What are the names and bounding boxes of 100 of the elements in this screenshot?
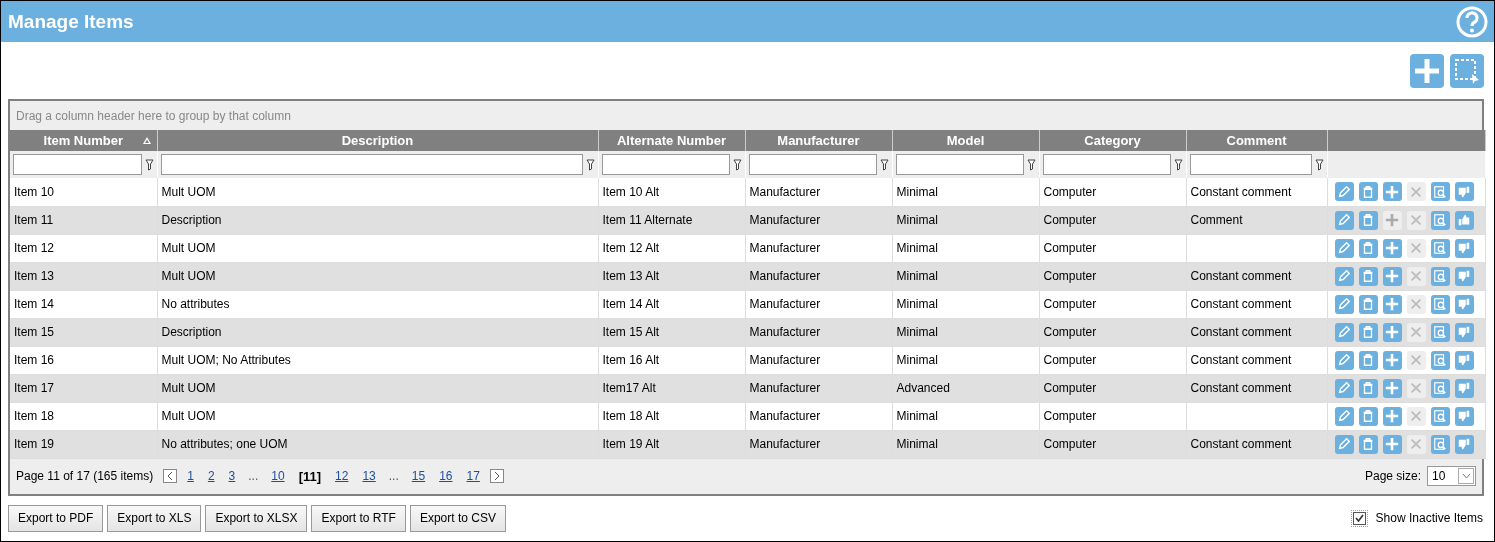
export-button[interactable]: Export to XLSX bbox=[205, 504, 308, 532]
filter-field[interactable] bbox=[1042, 154, 1171, 175]
thumbs-down-button[interactable] bbox=[1454, 350, 1474, 370]
filter-icon[interactable] bbox=[879, 158, 889, 171]
column-header[interactable]: Alternate Number bbox=[598, 130, 745, 151]
page-link[interactable]: 12 bbox=[331, 469, 353, 483]
preview-button[interactable] bbox=[1430, 350, 1450, 370]
delete-button[interactable] bbox=[1358, 406, 1378, 426]
select-button[interactable] bbox=[1450, 54, 1484, 88]
tools-button[interactable] bbox=[1406, 350, 1426, 370]
add-button[interactable] bbox=[1382, 406, 1402, 426]
thumbs-down-button[interactable] bbox=[1454, 406, 1474, 426]
delete-button[interactable] bbox=[1358, 294, 1378, 314]
page-link[interactable]: 3 bbox=[224, 469, 240, 483]
next-page-button[interactable] bbox=[489, 469, 504, 483]
edit-button[interactable] bbox=[1334, 182, 1354, 202]
add-button[interactable] bbox=[1382, 434, 1402, 454]
filter-field[interactable] bbox=[1189, 154, 1312, 175]
thumbs-up-button[interactable] bbox=[1454, 210, 1474, 230]
edit-button[interactable] bbox=[1334, 350, 1354, 370]
delete-button[interactable] bbox=[1358, 210, 1378, 230]
page-link[interactable]: 10 bbox=[267, 469, 289, 483]
edit-button[interactable] bbox=[1334, 238, 1354, 258]
tools-button[interactable] bbox=[1406, 322, 1426, 342]
thumbs-down-button[interactable] bbox=[1454, 294, 1474, 314]
thumbs-down-button[interactable] bbox=[1454, 182, 1474, 202]
preview-button[interactable] bbox=[1430, 378, 1450, 398]
tools-button[interactable] bbox=[1406, 210, 1426, 230]
export-button[interactable]: Export to RTF bbox=[311, 504, 406, 532]
thumbs-down-button[interactable] bbox=[1454, 378, 1474, 398]
export-button[interactable]: Export to PDF bbox=[8, 504, 104, 532]
thumbs-down-button[interactable] bbox=[1454, 266, 1474, 286]
thumbs-down-button[interactable] bbox=[1454, 238, 1474, 258]
export-button[interactable]: Export to XLS bbox=[107, 504, 202, 532]
add-button[interactable] bbox=[1382, 238, 1402, 258]
preview-button[interactable] bbox=[1430, 406, 1450, 426]
page-link[interactable]: 15 bbox=[407, 469, 430, 483]
preview-button[interactable] bbox=[1430, 210, 1450, 230]
delete-button[interactable] bbox=[1358, 350, 1378, 370]
add-button[interactable] bbox=[1382, 378, 1402, 398]
preview-button[interactable] bbox=[1430, 434, 1450, 454]
tools-button[interactable] bbox=[1406, 266, 1426, 286]
preview-button[interactable] bbox=[1430, 182, 1450, 202]
page-link[interactable]: 2 bbox=[203, 469, 219, 483]
column-header[interactable]: Comment bbox=[1186, 130, 1327, 151]
add-item-button[interactable] bbox=[1410, 54, 1444, 88]
delete-button[interactable] bbox=[1358, 238, 1378, 258]
filter-icon[interactable] bbox=[1173, 158, 1183, 171]
column-header[interactable]: Manufacturer bbox=[745, 130, 892, 151]
export-button[interactable]: Export to CSV bbox=[409, 504, 506, 532]
add-button[interactable] bbox=[1382, 322, 1402, 342]
filter-icon[interactable] bbox=[1314, 158, 1324, 171]
edit-button[interactable] bbox=[1334, 210, 1354, 230]
page-link[interactable]: 16 bbox=[435, 469, 457, 483]
edit-button[interactable] bbox=[1334, 266, 1354, 286]
thumbs-down-button[interactable] bbox=[1454, 434, 1474, 454]
edit-button[interactable] bbox=[1334, 378, 1354, 398]
preview-button[interactable] bbox=[1430, 238, 1450, 258]
delete-button[interactable] bbox=[1358, 434, 1378, 454]
edit-button[interactable] bbox=[1334, 322, 1354, 342]
preview-button[interactable] bbox=[1430, 294, 1450, 314]
delete-button[interactable] bbox=[1358, 378, 1378, 398]
delete-button[interactable] bbox=[1358, 322, 1378, 342]
page-link[interactable]: 13 bbox=[358, 469, 380, 483]
add-button[interactable] bbox=[1382, 266, 1402, 286]
tools-button[interactable] bbox=[1406, 182, 1426, 202]
filter-icon[interactable] bbox=[144, 158, 154, 171]
add-button[interactable] bbox=[1382, 294, 1402, 314]
column-header[interactable]: Description bbox=[157, 130, 598, 151]
filter-field[interactable] bbox=[895, 154, 1024, 175]
filter-icon[interactable] bbox=[1026, 158, 1036, 171]
column-header[interactable]: Category bbox=[1039, 130, 1186, 151]
delete-button[interactable] bbox=[1358, 182, 1378, 202]
tools-button[interactable] bbox=[1406, 406, 1426, 426]
page-link[interactable]: 17 bbox=[462, 469, 484, 483]
column-header[interactable]: Model bbox=[892, 130, 1039, 151]
tools-button[interactable] bbox=[1406, 238, 1426, 258]
page-link[interactable]: [11] bbox=[294, 468, 326, 484]
filter-icon[interactable] bbox=[585, 158, 595, 171]
edit-button[interactable] bbox=[1334, 434, 1354, 454]
filter-field[interactable] bbox=[601, 154, 730, 175]
page-size-select[interactable]: 10 bbox=[1427, 466, 1476, 486]
add-button[interactable] bbox=[1382, 350, 1402, 370]
column-header[interactable]: Item Number bbox=[10, 130, 157, 151]
preview-button[interactable] bbox=[1430, 266, 1450, 286]
tools-button[interactable] bbox=[1406, 434, 1426, 454]
filter-field[interactable] bbox=[160, 154, 583, 175]
edit-button[interactable] bbox=[1334, 406, 1354, 426]
tools-button[interactable] bbox=[1406, 294, 1426, 314]
preview-button[interactable] bbox=[1430, 322, 1450, 342]
filter-field[interactable] bbox=[748, 154, 877, 175]
help-icon[interactable] bbox=[1456, 5, 1488, 38]
add-button[interactable] bbox=[1382, 210, 1402, 230]
edit-button[interactable] bbox=[1334, 294, 1354, 314]
tools-button[interactable] bbox=[1406, 378, 1426, 398]
delete-button[interactable] bbox=[1358, 266, 1378, 286]
filter-icon[interactable] bbox=[732, 158, 742, 171]
thumbs-down-button[interactable] bbox=[1454, 322, 1474, 342]
add-button[interactable] bbox=[1382, 182, 1402, 202]
previous-page-button[interactable] bbox=[163, 469, 178, 483]
